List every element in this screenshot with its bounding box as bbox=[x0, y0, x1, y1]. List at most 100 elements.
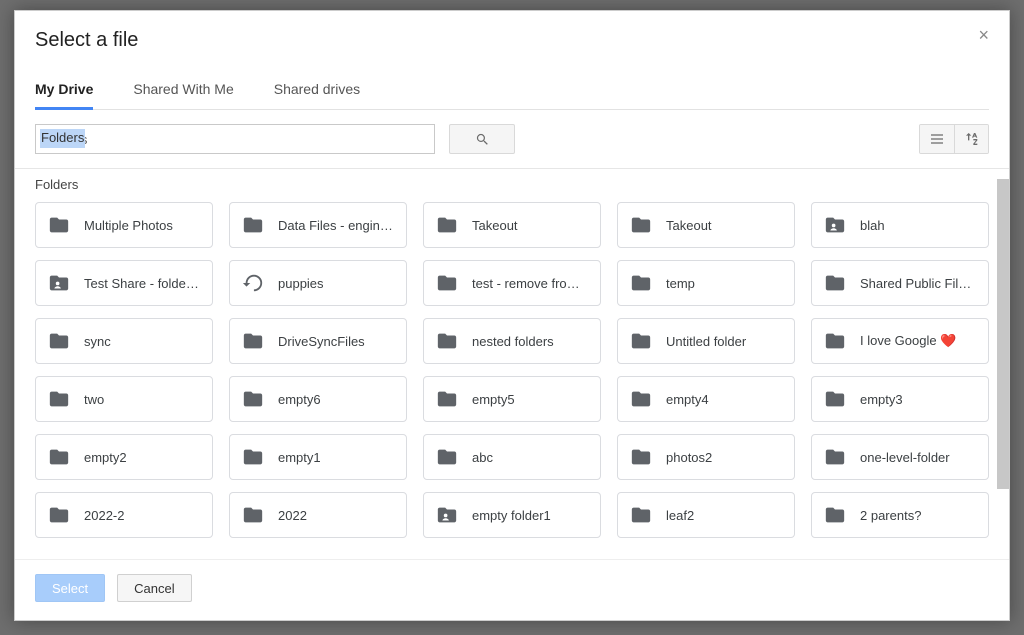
folder-icon bbox=[824, 446, 846, 468]
folder-item[interactable]: Test Share - folder contents bbox=[35, 260, 213, 306]
close-button[interactable]: × bbox=[974, 25, 993, 46]
scrollbar-thumb[interactable] bbox=[997, 179, 1009, 489]
folder-item[interactable]: nested folders bbox=[423, 318, 601, 364]
folder-icon bbox=[242, 388, 264, 410]
list-view-button[interactable] bbox=[920, 125, 954, 153]
folder-item[interactable]: I love Google ❤️ bbox=[811, 318, 989, 364]
folder-label: empty4 bbox=[666, 392, 709, 407]
folder-item[interactable]: empty6 bbox=[229, 376, 407, 422]
folder-item[interactable]: blah bbox=[811, 202, 989, 248]
folder-label: empty3 bbox=[860, 392, 903, 407]
folder-item[interactable]: one-level-folder bbox=[811, 434, 989, 480]
file-picker-dialog: Select a file × My Drive Shared With Me Sh… bbox=[14, 10, 1010, 621]
folder-label: Takeout bbox=[472, 218, 518, 233]
folder-item[interactable]: abc bbox=[423, 434, 601, 480]
toolbar: Folders bbox=[15, 110, 1009, 169]
folder-label: temp bbox=[666, 276, 695, 291]
folder-icon bbox=[630, 388, 652, 410]
folder-label: two bbox=[84, 392, 104, 407]
folder-icon bbox=[436, 388, 458, 410]
folder-icon bbox=[630, 272, 652, 294]
folder-icon bbox=[630, 214, 652, 236]
folder-label: abc bbox=[472, 450, 493, 465]
folder-label: empty2 bbox=[84, 450, 127, 465]
folder-item[interactable]: empty1 bbox=[229, 434, 407, 480]
close-icon: × bbox=[978, 25, 989, 45]
folder-label: empty6 bbox=[278, 392, 321, 407]
folder-icon bbox=[48, 388, 70, 410]
folder-item[interactable]: test - remove from drive bbox=[423, 260, 601, 306]
folder-item[interactable]: puppies bbox=[229, 260, 407, 306]
dialog-title: Select a file bbox=[35, 29, 138, 52]
cancel-button[interactable]: Cancel bbox=[117, 574, 191, 602]
tab-my-drive[interactable]: My Drive bbox=[35, 73, 93, 110]
folder-item[interactable]: DriveSyncFiles bbox=[229, 318, 407, 364]
folder-icon bbox=[48, 330, 70, 352]
folder-item[interactable]: empty4 bbox=[617, 376, 795, 422]
folder-item[interactable]: empty5 bbox=[423, 376, 601, 422]
folder-label: Takeout bbox=[666, 218, 712, 233]
folder-item[interactable]: Multiple Photos bbox=[35, 202, 213, 248]
shared-icon bbox=[824, 214, 846, 236]
folder-icon bbox=[436, 446, 458, 468]
folder-icon bbox=[48, 446, 70, 468]
folder-item[interactable]: empty2 bbox=[35, 434, 213, 480]
shared-icon bbox=[48, 272, 70, 294]
restore-icon bbox=[242, 272, 264, 294]
folder-item[interactable]: 2022-2 bbox=[35, 492, 213, 538]
folder-icon bbox=[630, 330, 652, 352]
tab-shared-with-me[interactable]: Shared With Me bbox=[133, 73, 233, 110]
folder-item[interactable]: photos2 bbox=[617, 434, 795, 480]
folder-icon bbox=[242, 504, 264, 526]
folder-label: blah bbox=[860, 218, 885, 233]
tab-shared-drives[interactable]: Shared drives bbox=[274, 73, 360, 110]
sort-button[interactable] bbox=[954, 125, 988, 153]
folder-item[interactable]: empty3 bbox=[811, 376, 989, 422]
folder-label: photos2 bbox=[666, 450, 712, 465]
folder-icon bbox=[824, 504, 846, 526]
folder-item[interactable]: temp bbox=[617, 260, 795, 306]
folder-icon bbox=[824, 388, 846, 410]
view-sort-group bbox=[919, 124, 989, 154]
folder-icon bbox=[630, 504, 652, 526]
folder-item[interactable]: two bbox=[35, 376, 213, 422]
folder-label: test - remove from drive bbox=[472, 276, 588, 291]
select-button[interactable]: Select bbox=[35, 574, 105, 602]
folder-item[interactable]: Untitled folder bbox=[617, 318, 795, 364]
search-button[interactable] bbox=[449, 124, 515, 154]
folder-label: puppies bbox=[278, 276, 324, 291]
folder-item[interactable]: 2 parents? bbox=[811, 492, 989, 538]
folder-label: one-level-folder bbox=[860, 450, 950, 465]
folder-label: I love Google ❤️ bbox=[860, 333, 956, 349]
folder-label: 2 parents? bbox=[860, 508, 921, 523]
folder-item[interactable]: empty folder1 bbox=[423, 492, 601, 538]
folder-grid: Multiple Photos Data Files - engineering … bbox=[35, 202, 989, 538]
folder-item[interactable]: Takeout bbox=[423, 202, 601, 248]
folder-icon bbox=[48, 214, 70, 236]
folder-icon bbox=[48, 504, 70, 526]
folder-icon bbox=[824, 330, 846, 352]
folder-label: nested folders bbox=[472, 334, 554, 349]
folder-icon bbox=[436, 272, 458, 294]
list-view-icon bbox=[929, 131, 945, 147]
folder-label: leaf2 bbox=[666, 508, 694, 523]
folder-icon bbox=[436, 214, 458, 236]
folder-label: DriveSyncFiles bbox=[278, 334, 365, 349]
folder-item[interactable]: 2022 bbox=[229, 492, 407, 538]
folder-icon bbox=[436, 330, 458, 352]
search-input[interactable] bbox=[35, 124, 435, 154]
folder-label: empty5 bbox=[472, 392, 515, 407]
folder-item[interactable]: Shared Public Files… bbox=[811, 260, 989, 306]
folder-icon bbox=[242, 214, 264, 236]
folder-icon bbox=[242, 330, 264, 352]
folder-label: sync bbox=[84, 334, 111, 349]
folder-item[interactable]: sync bbox=[35, 318, 213, 364]
folder-item[interactable]: Takeout bbox=[617, 202, 795, 248]
folder-label: 2022 bbox=[278, 508, 307, 523]
folder-item[interactable]: Data Files - engineering archive bbox=[229, 202, 407, 248]
folder-label: Shared Public Files… bbox=[860, 276, 976, 291]
dialog-footer: Select Cancel bbox=[15, 559, 1009, 620]
section-label: Folders bbox=[35, 177, 989, 192]
content-area[interactable]: Folders Multiple Photos Data Files - engi… bbox=[15, 169, 1009, 559]
folder-item[interactable]: leaf2 bbox=[617, 492, 795, 538]
